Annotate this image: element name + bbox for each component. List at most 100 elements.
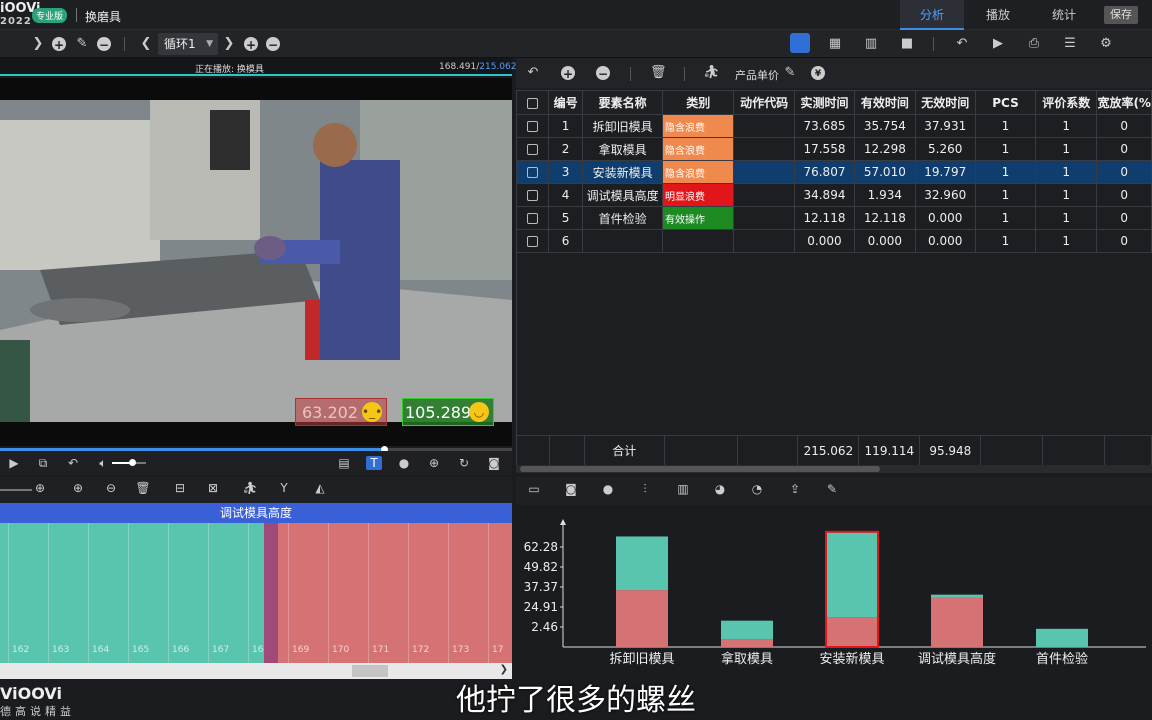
mic-icon[interactable]: ●: [600, 482, 616, 496]
upload-icon[interactable]: ⇪: [787, 482, 803, 496]
cell-cat[interactable]: 有效操作: [661, 206, 735, 230]
cell-allow[interactable]: 0: [1096, 183, 1152, 207]
trash-icon[interactable]: 🗑︎: [135, 481, 151, 495]
header-invalid[interactable]: 无效时间: [914, 90, 976, 115]
equalizer-icon[interactable]: ⫶: [637, 482, 653, 497]
row-checkbox-cell[interactable]: [516, 114, 549, 138]
trash-icon[interactable]: 🗑︎: [650, 65, 667, 81]
table-scrollbar[interactable]: [516, 465, 1152, 473]
header-code[interactable]: 动作代码: [733, 90, 795, 115]
row-checkbox[interactable]: [526, 121, 538, 132]
mirror-icon[interactable]: ◭: [312, 481, 328, 495]
cell-invalid[interactable]: 5.260: [914, 137, 976, 161]
save-button[interactable]: 保存: [1104, 6, 1138, 24]
cell-allow[interactable]: 0: [1096, 229, 1152, 253]
cell-cat[interactable]: 明显浪费: [661, 183, 735, 207]
row-checkbox[interactable]: [526, 144, 538, 155]
video-player[interactable]: 63.202 •_• 105.289 ◡: [0, 78, 512, 446]
zoom-icon[interactable]: ⊕: [32, 481, 48, 495]
cell-invalid[interactable]: 0.000: [914, 206, 976, 230]
row-checkbox-cell[interactable]: [516, 206, 549, 230]
chevron-right-icon[interactable]: ❯: [30, 36, 46, 52]
cell-pcs[interactable]: 1: [974, 137, 1037, 161]
header-no[interactable]: 编号: [547, 90, 584, 115]
play-icon[interactable]: ▶: [6, 456, 22, 470]
cell-pcs[interactable]: 1: [974, 160, 1037, 184]
cell-coef[interactable]: 1: [1035, 206, 1098, 230]
cell-cat[interactable]: 隐含浪费: [661, 114, 735, 138]
cell-cat[interactable]: [661, 229, 735, 253]
cell-cat[interactable]: 隐含浪费: [661, 137, 735, 161]
pencil-icon[interactable]: ✎: [824, 482, 840, 496]
row-checkbox[interactable]: [526, 213, 538, 224]
cell-coef[interactable]: 1: [1035, 137, 1098, 161]
cell-code[interactable]: [733, 137, 795, 161]
row-checkbox-cell[interactable]: [516, 160, 549, 184]
header-allowance[interactable]: 宽放率(%: [1096, 90, 1152, 115]
person-icon[interactable]: ⛹︎: [242, 481, 258, 495]
cell-cat[interactable]: 隐含浪费: [661, 160, 735, 184]
collapse-icon[interactable]: ⊟: [172, 481, 188, 495]
cell-name[interactable]: 首件检验: [582, 206, 663, 230]
cell-name[interactable]: 调试模具高度: [582, 183, 663, 207]
header-coef[interactable]: 评价系数: [1035, 90, 1098, 115]
refresh-icon[interactable]: ↻: [456, 456, 472, 470]
header-name[interactable]: 要素名称: [582, 90, 663, 115]
video-icon[interactable]: ▶: [990, 36, 1006, 52]
table-row[interactable]: 2 拿取模具 隐含浪费 17.558 12.298 5.260 1 1 0: [516, 137, 1152, 161]
pie-chart-icon[interactable]: ◕: [712, 482, 728, 496]
close-box-icon[interactable]: ⊠: [205, 481, 221, 495]
cell-coef[interactable]: 1: [1035, 160, 1098, 184]
header-valid[interactable]: 有效时间: [854, 90, 916, 115]
header-checkbox[interactable]: [516, 90, 549, 115]
table-row[interactable]: 1 拆卸旧模具 隐含浪费 73.685 35.754 37.931 1 1 0: [516, 114, 1152, 138]
cell-name[interactable]: [582, 229, 663, 253]
tab-analyze[interactable]: 分析: [900, 0, 964, 30]
cell-name[interactable]: 拆卸旧模具: [582, 114, 663, 138]
remove-cycle-icon[interactable]: −: [266, 37, 280, 52]
gear-icon[interactable]: ⚙: [1098, 36, 1114, 52]
frame-icon[interactable]: ⧉: [35, 456, 51, 471]
cell-coef[interactable]: 1: [1035, 229, 1098, 253]
remove-row-icon[interactable]: −: [596, 66, 610, 81]
cell-allow[interactable]: 0: [1096, 137, 1152, 161]
cell-code[interactable]: [733, 206, 795, 230]
cell-code[interactable]: [733, 229, 795, 253]
table-row[interactable]: 6 0.000 0.000 0.000 1 1 0: [516, 229, 1152, 253]
cell-no[interactable]: 4: [547, 183, 584, 207]
cell-invalid[interactable]: 32.960: [914, 183, 976, 207]
pie-slice-icon[interactable]: ◔: [749, 482, 765, 496]
mic-icon[interactable]: ●: [396, 456, 412, 470]
row-checkbox[interactable]: [526, 236, 538, 247]
cell-no[interactable]: 5: [547, 206, 584, 230]
undo-icon[interactable]: ↶: [525, 65, 541, 81]
add-icon[interactable]: +: [52, 37, 66, 52]
add-row-icon[interactable]: +: [561, 66, 575, 81]
cell-measured[interactable]: 76.807: [793, 160, 856, 184]
menu-icon[interactable]: ☰: [1062, 36, 1078, 52]
cell-allow[interactable]: 0: [1096, 114, 1152, 138]
camera-icon[interactable]: ◙: [563, 482, 579, 496]
cell-coef[interactable]: 1: [1035, 114, 1098, 138]
layout-columns-icon[interactable]: ▥: [863, 36, 879, 52]
pencil-icon[interactable]: ✎: [782, 65, 798, 81]
back-icon[interactable]: ↶: [65, 456, 81, 470]
row-checkbox[interactable]: [526, 167, 538, 178]
cell-coef[interactable]: 1: [1035, 183, 1098, 207]
cell-pcs[interactable]: 1: [974, 114, 1037, 138]
cycle-select[interactable]: 循环1 ▼: [158, 33, 218, 55]
cell-valid[interactable]: 12.298: [854, 137, 916, 161]
cell-no[interactable]: 6: [547, 229, 584, 253]
cell-measured[interactable]: 73.685: [793, 114, 856, 138]
cell-valid[interactable]: 12.118: [854, 206, 916, 230]
cell-measured[interactable]: 17.558: [793, 137, 856, 161]
cell-valid[interactable]: 1.934: [854, 183, 916, 207]
add-cycle-icon[interactable]: +: [244, 37, 258, 52]
cell-invalid[interactable]: 19.797: [914, 160, 976, 184]
tab-stats[interactable]: 统计: [1032, 0, 1096, 30]
row-checkbox-cell[interactable]: [516, 229, 549, 253]
scrollbar-thumb[interactable]: [520, 466, 880, 472]
cell-name[interactable]: 安装新模具: [582, 160, 663, 184]
cell-measured[interactable]: 0.000: [793, 229, 856, 253]
zoom-slider[interactable]: [0, 489, 32, 491]
